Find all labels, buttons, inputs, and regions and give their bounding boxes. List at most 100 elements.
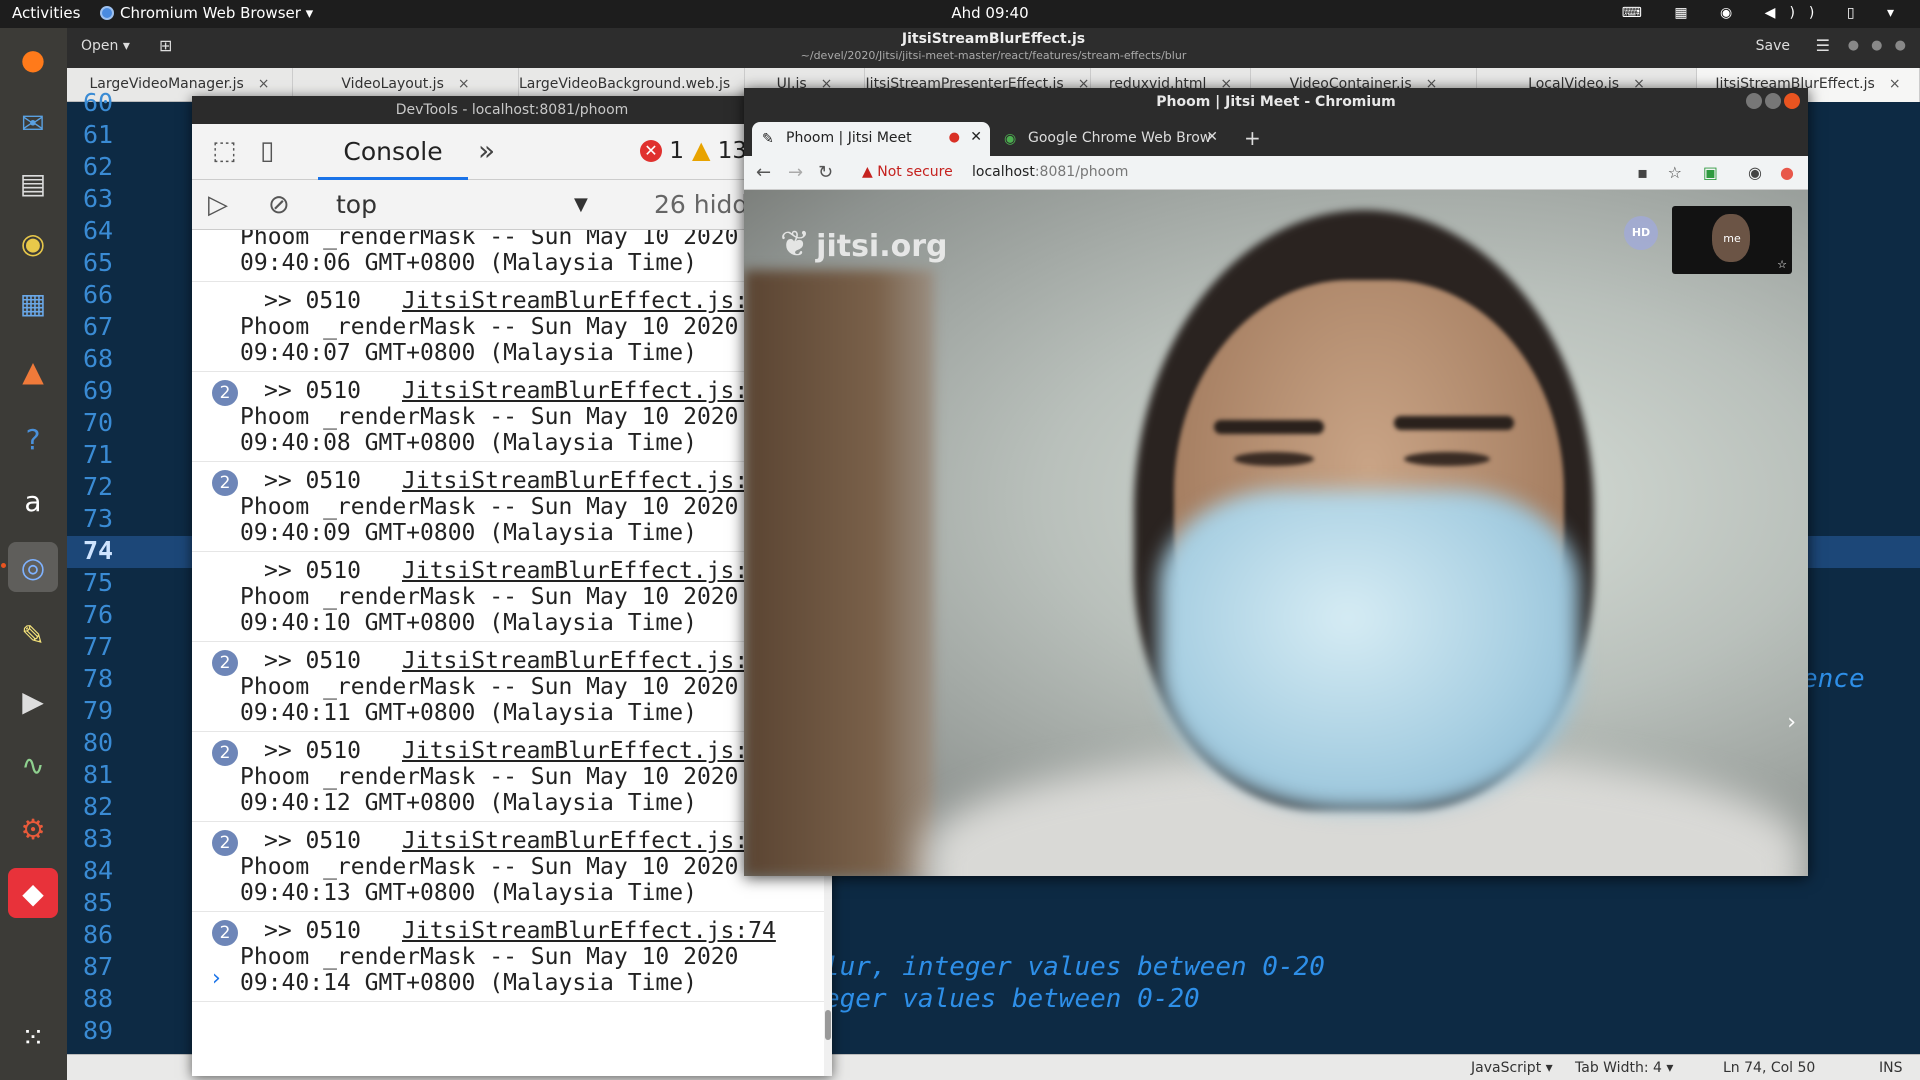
- close-icon[interactable]: [1784, 93, 1800, 109]
- browser-title: Phoom | Jitsi Meet - Chromium: [1156, 94, 1396, 110]
- source-link[interactable]: JitsiStreamBlurEffect.js:74: [402, 378, 776, 404]
- profile-icon[interactable]: ◉: [1748, 163, 1762, 182]
- cursor-position[interactable]: Ln 74, Col 50: [1723, 1060, 1815, 1076]
- chevron-right-icon[interactable]: ›: [1787, 710, 1796, 735]
- url-field[interactable]: localhost:8081/phoom: [972, 164, 1128, 180]
- text-editor-icon[interactable]: ✎: [8, 610, 58, 660]
- large-video[interactable]: ❦ jitsi.org HD me ☆ ›: [744, 190, 1808, 876]
- console-message[interactable]: >> 0510 JitsiStreamBlurEffect.js:74 Phoom …: [192, 552, 824, 642]
- line-number: 60: [83, 88, 114, 117]
- extension-icon[interactable]: ▣: [1703, 163, 1718, 182]
- anydesk-icon[interactable]: ◆: [8, 868, 58, 918]
- forward-icon[interactable]: →: [788, 162, 803, 183]
- message-text: Phoom _renderMask -- Sun May 10 2020: [240, 674, 739, 700]
- console-prompt[interactable]: ›: [212, 966, 221, 991]
- line-number: 72: [83, 472, 114, 501]
- clear-console-icon[interactable]: ⊘: [268, 190, 290, 220]
- clock[interactable]: Ahd 09:40: [930, 4, 1050, 22]
- amazon-icon[interactable]: a: [8, 476, 58, 526]
- hamburger-menu-icon[interactable]: ☰: [1816, 36, 1830, 55]
- code-fragment[interactable]: ence: [1802, 664, 1865, 694]
- console-message[interactable]: 2 >> 0510 JitsiStreamBlurEffect.js:74 Phoom…: [192, 912, 824, 1002]
- console-message[interactable]: 2 >> 0510 JitsiStreamBlurEffect.js:74 Phoom…: [192, 822, 824, 912]
- browser-tab-active[interactable]: ✎ Phoom | Jitsi Meet ● ✕: [752, 122, 990, 156]
- software-center-icon[interactable]: ▲: [8, 346, 58, 396]
- message-text: 09:40:09 GMT+0800 (Malaysia Time): [240, 520, 697, 546]
- files-icon[interactable]: ▤: [8, 158, 58, 208]
- scrollbar-thumb[interactable]: [825, 1010, 831, 1040]
- window-controls[interactable]: [1743, 93, 1800, 113]
- show-sidebar-icon[interactable]: ▷: [208, 190, 228, 220]
- message-prefix: >> 0510: [264, 558, 361, 584]
- message-text: Phoom _renderMask -- Sun May 10 2020: [240, 404, 739, 430]
- source-link[interactable]: JitsiStreamBlurEffect.js:74: [402, 288, 776, 314]
- error-counter[interactable]: ✕ 1: [640, 138, 684, 164]
- line-number: 67: [83, 312, 114, 341]
- line-number: 75: [83, 568, 114, 597]
- code-fragment[interactable]: eger values between 0-20: [824, 984, 1200, 1014]
- app-menu[interactable]: Chromium Web Browser ▾: [100, 4, 313, 22]
- reload-icon[interactable]: ↻: [818, 162, 833, 183]
- video-person: [1234, 452, 1314, 466]
- source-link[interactable]: JitsiStreamBlurEffect.js:74: [402, 648, 776, 674]
- close-tab-icon[interactable]: ✕: [970, 129, 982, 145]
- not-secure-badge[interactable]: ▲ Not secure: [862, 164, 953, 180]
- hd-badge: HD: [1624, 216, 1658, 250]
- tab-width-selector[interactable]: Tab Width: 4 ▾: [1575, 1060, 1673, 1076]
- system-monitor-icon[interactable]: ∿: [8, 740, 58, 790]
- new-tab-button[interactable]: +: [1244, 126, 1261, 150]
- terminal-icon[interactable]: ▶: [8, 676, 58, 726]
- window-controls[interactable]: ● ● ●: [1848, 38, 1910, 53]
- console-message[interactable]: 2 >> 0510 JitsiStreamBlurEffect.js:74 Phoom…: [192, 642, 824, 732]
- source-link[interactable]: JitsiStreamBlurEffect.js:74: [402, 918, 776, 944]
- recording-indicator-icon: ●: [948, 130, 960, 145]
- more-tabs-icon[interactable]: »: [478, 134, 495, 167]
- save-button[interactable]: Save: [1756, 38, 1790, 54]
- message-text: Phoom _renderMask -- Sun May 10 2020: [240, 314, 739, 340]
- firefox-icon[interactable]: ●: [8, 34, 58, 84]
- settings-icon[interactable]: ⚙: [8, 804, 58, 854]
- local-video-thumbnail[interactable]: me ☆: [1672, 206, 1792, 274]
- message-prefix: >> 0510: [264, 648, 361, 674]
- language-selector[interactable]: JavaScript ▾: [1471, 1060, 1553, 1076]
- jitsi-watermark[interactable]: ❦ jitsi.org: [780, 224, 948, 265]
- editor-headerbar: Open ▾ ⊞ JitsiStreamBlurEffect.js ~/deve…: [67, 28, 1920, 68]
- activities-button[interactable]: Activities: [12, 4, 80, 22]
- inspect-element-icon[interactable]: ⬚: [212, 136, 237, 166]
- update-icon[interactable]: ●: [1780, 163, 1794, 182]
- maximize-icon[interactable]: [1765, 93, 1781, 109]
- rhythmbox-icon[interactable]: ◉: [8, 218, 58, 268]
- console-message[interactable]: Phoom _renderMask -- Sun May 10 2020 09:4…: [192, 230, 824, 282]
- browser-tab[interactable]: ◉ Google Chrome Web Brow ✕: [994, 122, 1226, 156]
- device-toolbar-icon[interactable]: ▯: [260, 136, 274, 166]
- back-icon[interactable]: ←: [756, 162, 771, 183]
- writer-icon[interactable]: ▦: [8, 278, 58, 328]
- source-link[interactable]: JitsiStreamBlurEffect.js:74: [402, 738, 776, 764]
- show-apps-icon[interactable]: ⁙: [8, 1012, 58, 1062]
- console-message[interactable]: 2 >> 0510 JitsiStreamBlurEffect.js:74 Phoom…: [192, 372, 824, 462]
- help-icon[interactable]: ?: [8, 414, 58, 464]
- code-fragment[interactable]: lur, integer values between 0-20: [824, 952, 1325, 982]
- source-link[interactable]: JitsiStreamBlurEffect.js:74: [402, 468, 776, 494]
- console-message[interactable]: >> 0510 JitsiStreamBlurEffect.js:74 Phoom …: [192, 282, 824, 372]
- message-text: 09:40:11 GMT+0800 (Malaysia Time): [240, 700, 697, 726]
- source-link[interactable]: JitsiStreamBlurEffect.js:74: [402, 558, 776, 584]
- chromium-icon: [100, 6, 114, 20]
- console-message[interactable]: 2 >> 0510 JitsiStreamBlurEffect.js:74 Phoom…: [192, 732, 824, 822]
- thunderbird-icon[interactable]: ✉: [8, 98, 58, 148]
- chevron-down-icon[interactable]: ▼: [574, 194, 588, 215]
- console-message[interactable]: 2 >> 0510 JitsiStreamBlurEffect.js:74 Phoom…: [192, 462, 824, 552]
- chrome-favicon-icon: ◉: [1004, 131, 1017, 147]
- bookmark-star-icon[interactable]: ☆: [1668, 163, 1682, 182]
- source-link[interactable]: JitsiStreamBlurEffect.js:74: [402, 828, 776, 854]
- jitsi-favicon-icon: ✎: [762, 131, 774, 147]
- context-selector[interactable]: top: [336, 190, 377, 219]
- warning-counter[interactable]: ▲ 13: [692, 136, 747, 164]
- minimize-icon[interactable]: [1746, 93, 1762, 109]
- system-tray[interactable]: ⌨ ▦ ◉ ◀)) ▯ ▾: [1622, 5, 1908, 21]
- camera-icon[interactable]: ▪: [1637, 163, 1648, 182]
- chromium-dock-icon[interactable]: ◎: [1, 542, 58, 592]
- repeat-count-badge: 2: [212, 830, 238, 856]
- tab-console[interactable]: Console: [318, 124, 468, 180]
- close-tab-icon[interactable]: ✕: [1206, 129, 1218, 145]
